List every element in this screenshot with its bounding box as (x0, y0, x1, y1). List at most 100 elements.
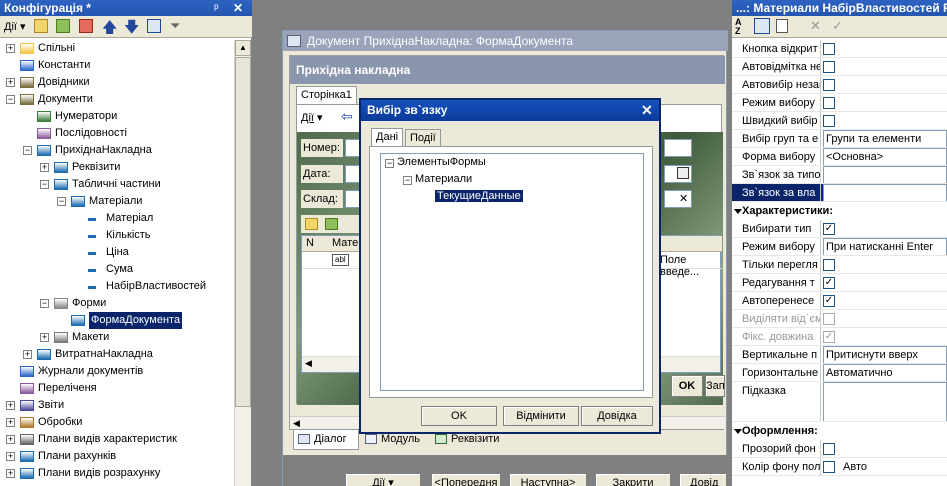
property-row[interactable]: Вибір груп та е Групи та елементи (732, 130, 947, 148)
tree-item[interactable]: Переліченя (0, 380, 234, 397)
expand-icon[interactable]: + (40, 163, 49, 172)
property-row[interactable]: Зв`язок за типо (732, 166, 947, 184)
categorized-icon[interactable] (754, 18, 770, 34)
property-value[interactable] (820, 94, 947, 111)
property-value[interactable] (820, 76, 947, 93)
checkbox[interactable] (823, 443, 835, 455)
sort-az-icon[interactable]: AZ (735, 18, 742, 36)
table-copy-icon[interactable] (325, 218, 338, 230)
property-row[interactable]: Підказка (732, 382, 947, 422)
property-row[interactable]: Горизонтальне Автоматично (732, 364, 947, 382)
checkbox[interactable]: ✓ (823, 277, 835, 289)
edit-icon[interactable] (56, 19, 70, 33)
apply-icon[interactable]: ✓ (832, 18, 843, 34)
property-row[interactable]: Кнопка відкрит (732, 40, 947, 58)
tab-page1[interactable]: Сторінка1 (296, 86, 357, 104)
property-row[interactable]: Автовідмітка не (732, 58, 947, 76)
events-icon[interactable] (776, 19, 788, 33)
sort-icon[interactable] (147, 19, 161, 33)
tree-item[interactable]: + Звіти (0, 397, 234, 414)
scroll-thumb[interactable] (235, 57, 251, 407)
property-row[interactable]: Тільки перегля (732, 256, 947, 274)
tree-item[interactable]: + Плани видів характеристик (0, 431, 234, 448)
collapse-icon[interactable]: − (6, 95, 15, 104)
property-value[interactable]: ✓ (820, 328, 947, 345)
tree-item[interactable]: ФормаДокумента (0, 312, 234, 329)
property-value[interactable] (820, 310, 947, 327)
property-row[interactable]: Зв`язок за вла (732, 184, 947, 202)
close-form-button[interactable]: Закрити (595, 473, 671, 486)
tree-item[interactable]: − Форми (0, 295, 234, 312)
property-value[interactable] (820, 256, 947, 273)
property-row[interactable]: Форма вибору <Основна> (732, 148, 947, 166)
property-value[interactable]: Групи та елементи (820, 130, 947, 147)
property-value[interactable] (820, 112, 947, 129)
expand-icon[interactable]: + (6, 78, 15, 87)
form-ok-button[interactable]: OK (671, 375, 703, 397)
help-form-button[interactable]: Довід (679, 473, 727, 486)
tree-item[interactable]: − Табличні частини (0, 176, 234, 193)
calendar-icon[interactable] (677, 167, 689, 179)
checkbox[interactable] (823, 43, 835, 55)
collapse-icon[interactable]: − (57, 197, 66, 206)
tree-item[interactable]: + Довідники (0, 74, 234, 91)
checkbox[interactable]: ✓ (823, 295, 835, 307)
checkbox[interactable] (823, 97, 835, 109)
expand-icon[interactable]: + (6, 469, 15, 478)
property-value[interactable]: <Основна> (820, 148, 947, 165)
pin-icon[interactable]: ᵖ (214, 0, 219, 16)
property-value[interactable] (820, 184, 947, 201)
tree-item[interactable]: Кількість (0, 227, 234, 244)
tree-item[interactable]: + Плани видів розрахунку (0, 465, 234, 482)
dialog-ok-button[interactable]: OK (421, 406, 497, 426)
tab-data[interactable]: Дані (371, 128, 404, 146)
form-hscroll-left-icon[interactable]: ◀ (293, 418, 300, 429)
tree-toggle-root[interactable]: − (385, 159, 394, 168)
tree-item[interactable]: + Плани рахунків (0, 448, 234, 465)
property-value[interactable]: Авто (820, 458, 947, 475)
col-n[interactable]: N (306, 237, 314, 249)
tree-item[interactable]: Матеріал (0, 210, 234, 227)
form-actions-button[interactable]: Дії ▾ (301, 109, 331, 127)
property-row[interactable]: Режим вибору (732, 94, 947, 112)
tab-dialog[interactable]: Діалог (293, 430, 359, 450)
clear-value-icon[interactable]: ✕ (810, 18, 821, 34)
form-save-button[interactable]: Запис (705, 375, 725, 397)
tree-item[interactable]: − Матеріали (0, 193, 234, 210)
tree-item[interactable]: + Обробки (0, 414, 234, 431)
expand-icon[interactable]: + (6, 44, 15, 53)
section-design[interactable]: Оформлення: (732, 422, 947, 440)
tree-item[interactable]: + Спільні (0, 40, 234, 57)
tree-item[interactable]: Журнали документів (0, 363, 234, 380)
tree-item[interactable]: Константи (0, 57, 234, 74)
property-row[interactable]: Швидкий вибір (732, 112, 947, 130)
property-value[interactable]: Автоматично (820, 364, 947, 381)
property-value[interactable]: Притиснути вверх (820, 346, 947, 363)
clear-icon[interactable]: ✕ (679, 192, 688, 205)
collapse-icon[interactable]: − (40, 180, 49, 189)
property-row[interactable]: Колір фону пол Авто (732, 458, 947, 476)
property-value[interactable]: ✓ (820, 220, 947, 237)
property-row[interactable]: Фікс. довжина ✓ (732, 328, 947, 346)
delete-icon[interactable] (79, 19, 93, 33)
tree-item[interactable]: Нумератори (0, 108, 234, 125)
tree-item[interactable]: НабірВластивостей (0, 278, 234, 295)
property-value[interactable] (820, 166, 947, 183)
expand-icon[interactable]: + (6, 435, 15, 444)
property-value[interactable] (820, 58, 947, 75)
tree-node-materials[interactable]: Материали (415, 173, 472, 185)
hscroll-left-icon[interactable]: ◀ (305, 358, 312, 369)
tree-item[interactable]: + Реквізити (0, 159, 234, 176)
number-input-right[interactable] (664, 139, 692, 157)
filter-icon[interactable]: ⏷ (170, 18, 180, 34)
checkbox[interactable]: ✓ (823, 223, 835, 235)
checkbox[interactable] (823, 313, 835, 325)
expand-icon[interactable]: + (6, 418, 15, 427)
checkbox[interactable] (823, 461, 835, 473)
tree-node-current-data[interactable]: ТекущиеДанные (435, 190, 523, 202)
property-value[interactable]: ✓ (820, 274, 947, 291)
property-value[interactable]: ✓ (820, 292, 947, 309)
expand-icon[interactable]: + (6, 452, 15, 461)
dialog-close-icon[interactable]: ✕ (641, 100, 653, 121)
tree-toggle-materials[interactable]: − (403, 176, 412, 185)
